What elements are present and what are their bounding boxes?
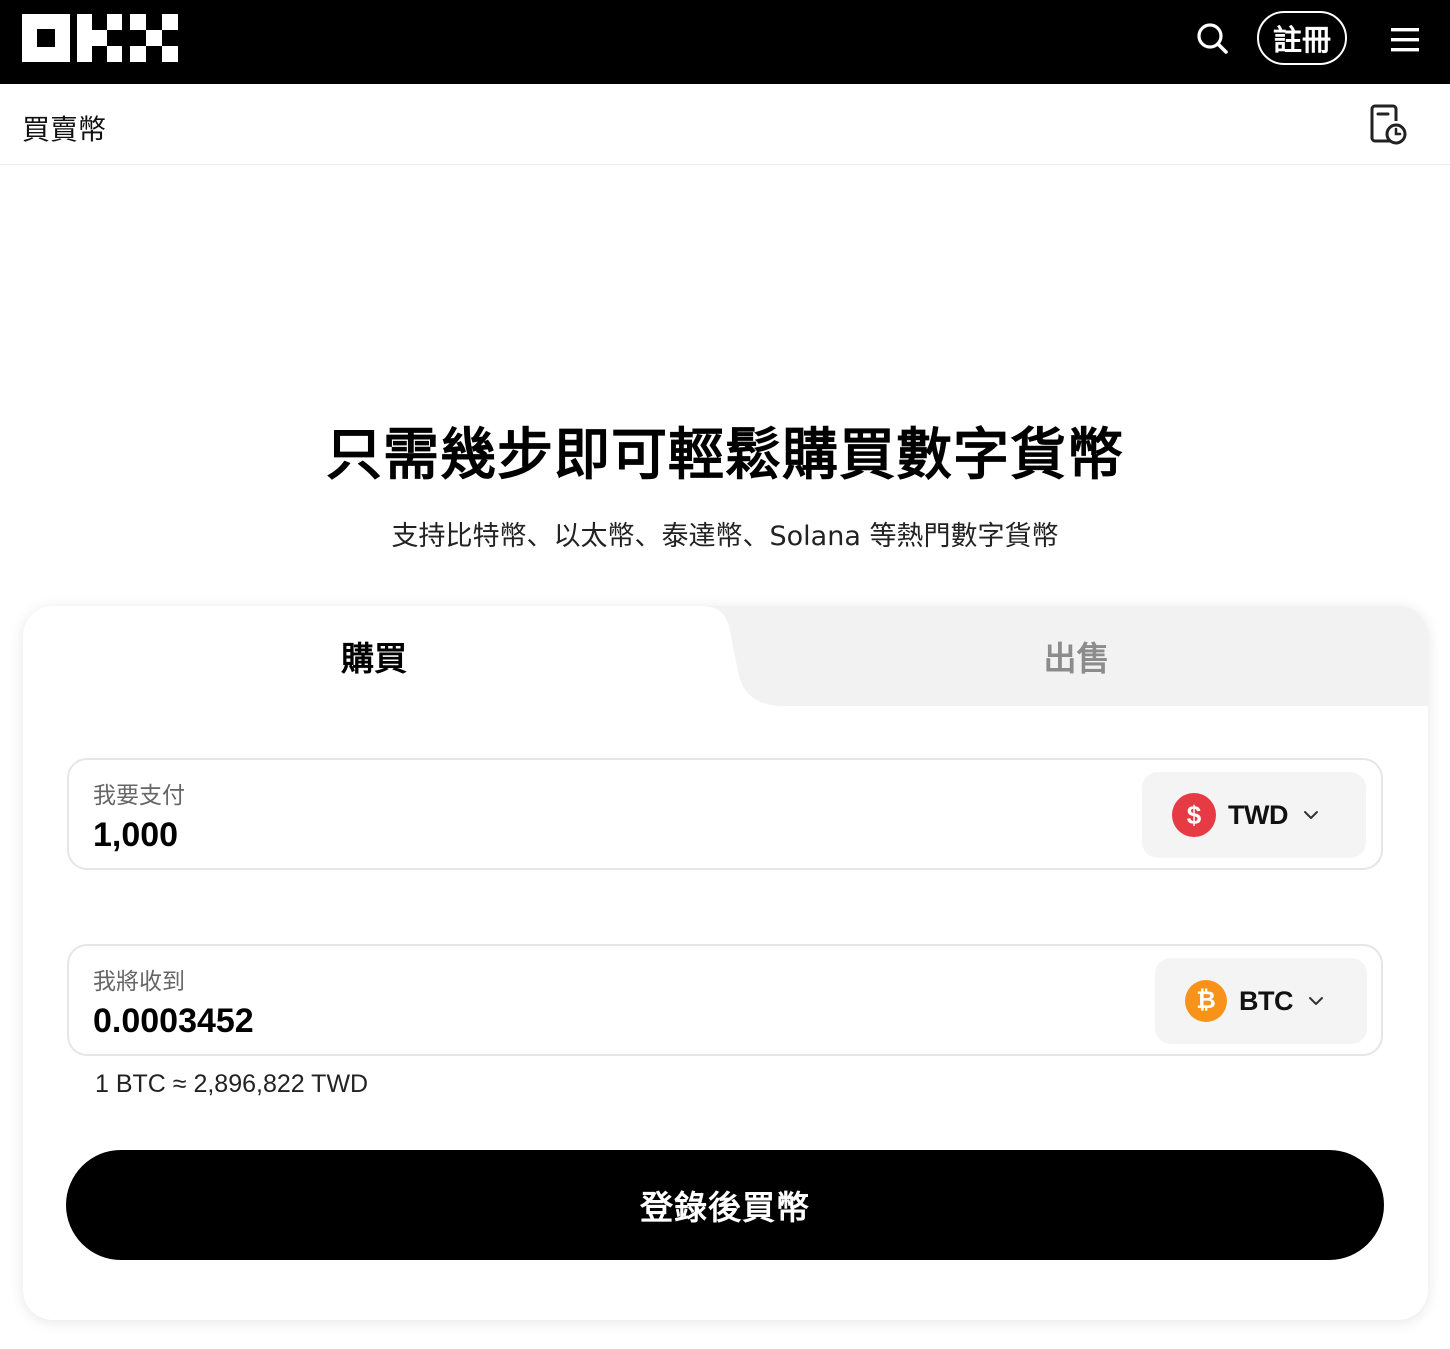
sub-navigation-bar: 買賣幣 [0,84,1450,165]
search-icon [1197,23,1228,54]
receive-currency-code: BTC [1239,985,1294,1016]
menu-button[interactable] [1382,18,1428,62]
tab-buy[interactable]: 購買 [23,606,725,706]
exchange-rate-text: 1 BTC ≈ 2,896,822 TWD [95,1070,369,1098]
dollar-coin-icon: $ [1172,793,1216,837]
pay-field-label: 我要支付 [93,783,185,809]
search-button[interactable] [1190,16,1234,60]
okx-logo-icon[interactable] [22,14,178,62]
hero-subtitle: 支持比特幣、以太幣、泰達幣、Solana 等熱門數字貨幣 [391,521,1059,552]
pay-amount-input[interactable] [93,816,793,855]
tab-sell[interactable]: 出售 [725,606,1428,706]
receive-field-label: 我將收到 [93,969,185,995]
login-to-buy-button[interactable]: 登錄後買幣 [66,1150,1384,1260]
pay-amount-field: 我要支付 $ TWD [67,758,1383,870]
register-button[interactable]: 註冊 [1257,11,1347,65]
receive-amount-field: 我將收到 ₿ BTC [67,944,1383,1056]
top-header: 註冊 [0,0,1450,84]
chevron-down-icon [1302,806,1320,824]
trade-card: 購買 出售 我要支付 $ TWD 我將收到 ₿ BTC 1 BTC ≈ 2,89… [23,606,1428,1320]
chevron-down-icon [1307,992,1325,1010]
pay-currency-select[interactable]: $ TWD [1142,772,1366,858]
pay-currency-code: TWD [1228,799,1288,830]
order-history-button[interactable] [1364,102,1410,148]
receive-currency-select[interactable]: ₿ BTC [1155,958,1367,1044]
hero-title: 只需幾步即可輕鬆購買數字貨幣 [326,423,1124,488]
hamburger-menu-icon [1391,28,1419,52]
bitcoin-icon: ₿ [1185,980,1227,1022]
receive-amount-input[interactable] [93,1002,793,1041]
order-history-icon [1370,104,1407,145]
page-section-title[interactable]: 買賣幣 [22,108,106,148]
